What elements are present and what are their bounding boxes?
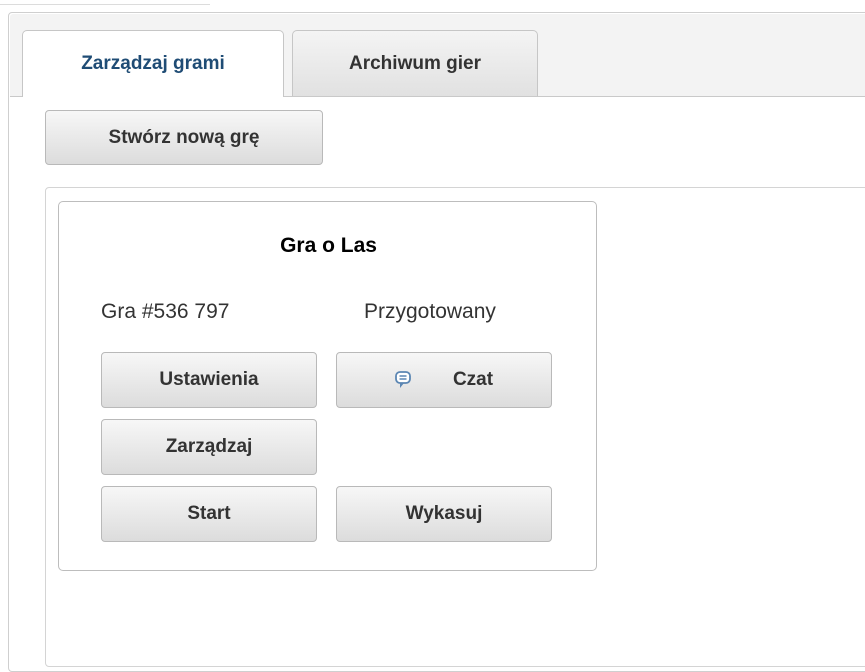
tab-game-archive-label: Archiwum gier bbox=[349, 52, 481, 74]
create-game-button[interactable]: Stwórz nową grę bbox=[45, 110, 323, 165]
tab-manage-games-label: Zarządzaj grami bbox=[81, 53, 225, 74]
game-id: Gra #536 797 bbox=[101, 300, 230, 323]
tab-strip: Zarządzaj grami Archiwum gier bbox=[10, 14, 865, 97]
top-divider bbox=[0, 0, 210, 5]
delete-button-label: Wykasuj bbox=[405, 503, 483, 524]
chat-bubble-icon bbox=[395, 371, 411, 389]
game-card: Gra o Las Gra #536 797 Przygotowany Usta… bbox=[58, 201, 597, 571]
settings-button-label: Ustawienia bbox=[159, 369, 259, 390]
manage-button-label: Zarządzaj bbox=[165, 436, 253, 457]
create-game-label: Stwórz nową grę bbox=[108, 126, 260, 148]
start-button-label: Start bbox=[187, 503, 231, 524]
delete-button[interactable]: Wykasuj bbox=[336, 486, 552, 542]
chat-button[interactable]: Czat bbox=[336, 352, 552, 408]
game-title: Gra o Las bbox=[280, 234, 377, 257]
manage-button[interactable]: Zarządzaj bbox=[101, 419, 317, 475]
tab-manage-games[interactable]: Zarządzaj grami bbox=[22, 30, 284, 97]
tab-game-archive[interactable]: Archiwum gier bbox=[292, 30, 538, 96]
settings-button[interactable]: Ustawienia bbox=[101, 352, 317, 408]
chat-button-label: Czat bbox=[452, 369, 494, 390]
games-list: Gra o Las Gra #536 797 Przygotowany Usta… bbox=[45, 187, 865, 667]
start-button[interactable]: Start bbox=[101, 486, 317, 542]
game-status: Przygotowany bbox=[364, 300, 496, 323]
